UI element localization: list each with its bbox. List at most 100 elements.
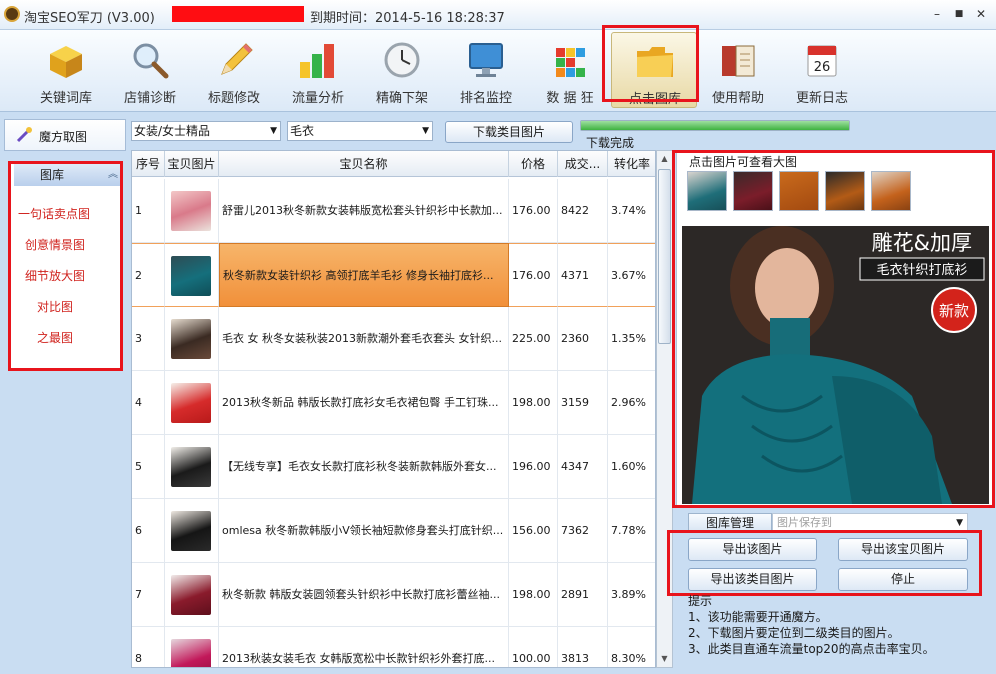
col-no[interactable]: 序号 <box>132 151 165 177</box>
item-name: omlesa 秋冬新款韩版小V领长袖短款修身套头打底针织... <box>219 499 509 563</box>
item-thumbnail[interactable] <box>171 639 211 667</box>
scroll-thumb[interactable] <box>658 169 671 344</box>
row-number: 5 <box>132 435 165 499</box>
tab-label: 魔方取图 <box>39 130 88 144</box>
new-badge: 新款 <box>939 302 969 320</box>
item-thumbnail[interactable] <box>171 447 211 487</box>
image-preview-panel: 点击图片可查看大图 雕花&加厚 毛衣针织打底衫 新款 <box>676 150 994 508</box>
col-price[interactable]: 价格 <box>509 151 558 177</box>
item-thumbnail[interactable] <box>171 319 211 359</box>
table-scrollbar[interactable]: ▲ ▼ <box>656 150 673 668</box>
item-name: 秋冬新款 韩版女装圆领套头针织衫中长款打底衫蕾丝袖... <box>219 563 509 627</box>
tool-help[interactable]: 使用帮助 <box>695 32 781 108</box>
scroll-up-icon[interactable]: ▲ <box>657 151 672 167</box>
save-path-select[interactable]: 图片保存到 ▼ <box>772 513 968 533</box>
table-row[interactable]: 3 毛衣 女 秋冬女装秋装2013新款潮外套毛衣套头 女针织... 225.00 23… <box>132 307 655 371</box>
tool-shop-diagnosis[interactable]: 店铺诊断 <box>107 32 193 108</box>
table-row[interactable]: 1 舒雷儿2013秋冬新款女装韩版宽松套头针织衫中长款加... 176.00 8422… <box>132 179 655 243</box>
tips-title: 提示 <box>688 594 713 608</box>
table-row[interactable]: 6 omlesa 秋冬新款韩版小V领长袖短款修身套头打底针织... 156.00 73… <box>132 499 655 563</box>
tool-changelog[interactable]: 26 更新日志 <box>779 32 865 108</box>
library-item-detail-zoom[interactable]: 细节放大图 <box>25 267 85 284</box>
dropdown-arrow-icon: ▼ <box>422 126 429 136</box>
item-price: 176.00 <box>509 179 558 243</box>
row-number: 4 <box>132 371 165 435</box>
tool-rank-monitor[interactable]: 排名监控 <box>443 32 529 108</box>
row-number: 7 <box>132 563 165 627</box>
table-row[interactable]: 5 【无线专享】毛衣女长款打底衫秋冬装新款韩版外套女... 196.00 4347 1.… <box>132 435 655 499</box>
scroll-down-icon[interactable]: ▼ <box>657 651 672 667</box>
minimize-button[interactable]: – <box>928 5 946 23</box>
item-thumbnail[interactable] <box>171 191 211 231</box>
thumbnail-1[interactable] <box>687 171 727 211</box>
export-item-images-button[interactable]: 导出该宝贝图片 <box>838 538 968 561</box>
dropdown-arrow-icon: ▼ <box>270 126 277 136</box>
tool-label: 流量分析 <box>291 91 344 106</box>
category-value: 女装/女士精品 <box>134 124 211 138</box>
category-select[interactable]: 女装/女士精品 ▼ <box>131 121 281 141</box>
item-name: 舒雷儿2013秋冬新款女装韩版宽松套头针织衫中长款加... <box>219 179 509 243</box>
item-conversion-rate: 3.89% <box>608 563 655 627</box>
col-name[interactable]: 宝贝名称 <box>219 151 509 177</box>
table-row[interactable]: 8 2013秋装女装毛衣 女韩版宽松中长款针织衫外套打底... 100.00 3813… <box>132 627 655 667</box>
item-thumbnail[interactable] <box>171 383 211 423</box>
stop-button[interactable]: 停止 <box>838 568 968 591</box>
tool-traffic-analysis[interactable]: 流量分析 <box>275 32 361 108</box>
item-price: 198.00 <box>509 563 558 627</box>
maximize-button[interactable]: ■ <box>950 5 968 23</box>
tool-precise-delist[interactable]: 精确下架 <box>359 32 445 108</box>
preview-large-image[interactable]: 雕花&加厚 毛衣针织打底衫 新款 <box>682 226 989 504</box>
collapse-icon[interactable]: ︽ <box>108 164 118 186</box>
thumbnail-4[interactable] <box>825 171 865 211</box>
col-rate[interactable]: 转化率 <box>608 151 655 177</box>
pencil-icon <box>221 43 253 75</box>
col-sold[interactable]: 成交... <box>558 151 608 177</box>
row-number: 3 <box>132 307 165 371</box>
thumbnail-5[interactable] <box>871 171 911 211</box>
library-item-comparison[interactable]: 对比图 <box>37 298 73 315</box>
tool-label: 店铺诊断 <box>123 91 176 106</box>
item-sold: 3159 <box>558 371 608 435</box>
download-status: 下载完成 <box>586 136 635 150</box>
library-header[interactable]: 图库 ︽ <box>14 164 121 186</box>
export-category-images-button[interactable]: 导出该类目图片 <box>688 568 817 591</box>
book-icon <box>722 45 755 77</box>
item-conversion-rate: 8.30% <box>608 627 655 667</box>
item-name: 2013秋冬新品 韩版长款打底衫女毛衣裙包臀 手工钉珠... <box>219 371 509 435</box>
item-thumbnail[interactable] <box>171 256 211 296</box>
tab-gallery-management[interactable]: 图库管理 <box>688 513 772 533</box>
window-title: 淘宝SEO军刀 (V3.00) <box>24 11 155 26</box>
library-item-superlative[interactable]: 之最图 <box>37 329 73 346</box>
close-button[interactable]: ✕ <box>972 5 990 23</box>
library-item-creative-scene[interactable]: 创意情景图 <box>25 236 85 253</box>
tool-keyword-library[interactable]: 关键词库 <box>23 32 109 108</box>
library-item-selling-point[interactable]: 一句话卖点图 <box>18 205 90 222</box>
item-sold: 2360 <box>558 307 608 371</box>
row-number: 1 <box>132 179 165 243</box>
item-conversion-rate: 2.96% <box>608 371 655 435</box>
item-conversion-rate: 3.74% <box>608 179 655 243</box>
item-thumbnail[interactable] <box>171 511 211 551</box>
item-thumbnail[interactable] <box>171 575 211 615</box>
tool-click-gallery[interactable]: 点击图库 <box>611 32 697 108</box>
product-photo: 雕花&加厚 毛衣针织打底衫 新款 <box>682 226 989 504</box>
item-price: 198.00 <box>509 371 558 435</box>
redacted-account <box>172 6 304 22</box>
thumbnail-2[interactable] <box>733 171 773 211</box>
tool-label: 标题修改 <box>207 91 260 106</box>
tool-title-edit[interactable]: 标题修改 <box>191 32 277 108</box>
tab-magic-fetch[interactable]: 魔方取图 <box>4 119 126 151</box>
col-image[interactable]: 宝贝图片 <box>165 151 219 177</box>
download-category-images-button[interactable]: 下载类目图片 <box>445 121 573 143</box>
subcategory-select[interactable]: 毛衣 ▼ <box>287 121 433 141</box>
thumbnail-3[interactable] <box>779 171 819 211</box>
item-price: 156.00 <box>509 499 558 563</box>
table-row[interactable]: 2 秋冬新款女装针织衫 高领打底羊毛衫 修身长袖打底衫... 176.00 4371 3… <box>132 243 655 307</box>
tool-data-crazy[interactable]: 数 据 狂 <box>527 32 613 108</box>
export-image-button[interactable]: 导出该图片 <box>688 538 817 561</box>
banner-title: 雕花&加厚 <box>872 231 972 255</box>
main-toolbar: 关键词库 店铺诊断 标题修改 流量分析 精确下架 排名监控 数 据 狂 点击图库… <box>0 30 996 112</box>
table-row[interactable]: 4 2013秋冬新品 韩版长款打底衫女毛衣裙包臀 手工钉珠... 198.00 315… <box>132 371 655 435</box>
table-row[interactable]: 7 秋冬新款 韩版女装圆领套头针织衫中长款打底衫蕾丝袖... 198.00 2891 3… <box>132 563 655 627</box>
item-sold: 8422 <box>558 179 608 243</box>
